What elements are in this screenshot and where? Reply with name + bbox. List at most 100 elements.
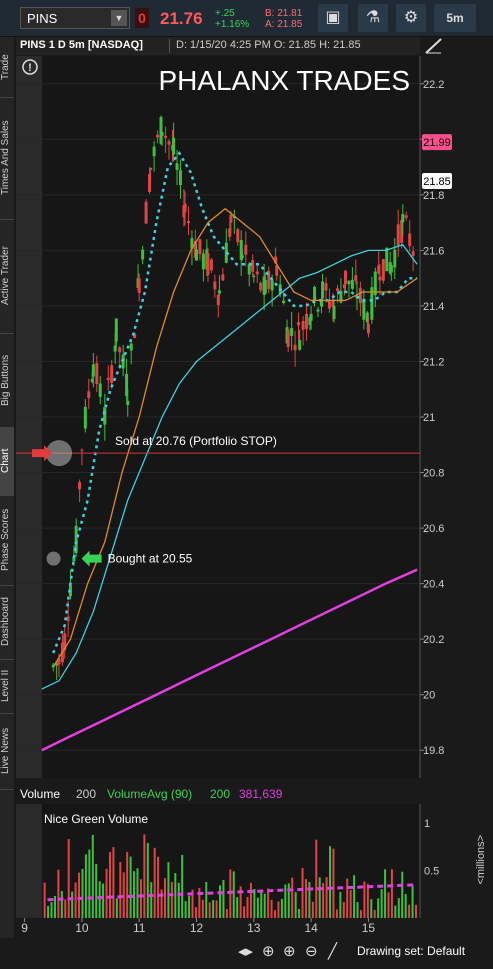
svg-text:!: ! <box>28 62 32 74</box>
scroll-icon[interactable]: ◂▸ <box>238 942 253 960</box>
volume-bar <box>181 854 184 918</box>
candle-body <box>126 400 130 406</box>
candle-body <box>305 313 309 329</box>
zoom-in-icon[interactable]: ⊕ <box>283 942 296 960</box>
x-tick-label: 13 <box>247 921 261 935</box>
volume-bar <box>318 877 321 918</box>
candle-body <box>381 259 385 281</box>
volume-bar <box>346 878 349 918</box>
volume-bar <box>349 889 352 918</box>
candle-body <box>301 321 305 330</box>
volume-bar <box>267 888 270 918</box>
candle-body <box>350 279 354 289</box>
volume-bar <box>64 899 67 918</box>
volume-bar <box>139 879 142 918</box>
volume-bar <box>301 867 304 918</box>
volume-axis-label: <millions> <box>475 835 487 885</box>
y-tick-label: 20.6 <box>423 523 444 535</box>
y-tick-label: 20 <box>423 690 435 702</box>
volume-bar <box>363 881 366 918</box>
x-tick-label: 9 <box>21 921 28 935</box>
volume-bar <box>153 847 156 918</box>
volume-bar <box>136 868 139 918</box>
volume-bar <box>74 882 77 918</box>
drawing-set[interactable]: Drawing set: Default <box>357 944 465 958</box>
volume-bar <box>408 904 411 918</box>
candle-body <box>358 288 362 304</box>
volume-bar <box>177 882 180 918</box>
candle-body <box>396 224 400 246</box>
crosshair-icon[interactable]: ⊕ <box>262 942 275 960</box>
candle-body <box>332 306 336 320</box>
draw-line-icon[interactable]: ╱ <box>328 942 337 960</box>
candle-body <box>149 167 153 170</box>
volume-bar <box>414 904 417 918</box>
volume-bar <box>253 888 256 918</box>
volume-bar <box>335 909 338 918</box>
candle-body <box>80 449 84 451</box>
y-tick-label: 21.2 <box>423 356 444 368</box>
volume-bar <box>167 862 170 918</box>
volume-bar <box>356 902 359 918</box>
candle-body <box>286 329 290 348</box>
volume-y-axis: 0.51 <box>419 804 439 918</box>
candle-body <box>156 134 160 138</box>
volume-value: 381,639 <box>239 787 283 801</box>
volume-bar <box>102 883 105 918</box>
volume-bar <box>205 881 208 918</box>
volume-bar <box>377 898 380 918</box>
volume-bar <box>236 897 239 918</box>
candle-body <box>259 282 263 291</box>
candle-body <box>167 141 171 145</box>
zoom-out-icon[interactable]: ⊖ <box>305 942 318 960</box>
volume-bar <box>163 878 166 918</box>
candle-body <box>347 280 351 285</box>
candle-body <box>344 270 348 285</box>
candle-body <box>270 280 274 291</box>
volume-bar <box>294 892 297 918</box>
volume-bar <box>404 894 407 918</box>
volume-bar <box>108 851 111 918</box>
volume-study-label[interactable]: Volume <box>20 785 60 803</box>
candle-body <box>293 344 297 351</box>
candle-body <box>198 239 202 255</box>
candle-body <box>114 318 118 342</box>
candle-body <box>87 391 91 399</box>
volume-bar <box>57 869 60 918</box>
volume-bar <box>380 889 383 918</box>
candle-body <box>362 298 366 320</box>
candle-body <box>98 383 102 397</box>
volume-bar <box>373 909 376 918</box>
candle-body <box>255 271 259 275</box>
volume-bar <box>270 899 273 918</box>
volume-bar <box>143 834 146 918</box>
candle-body <box>313 286 317 301</box>
candle-body <box>401 213 405 223</box>
volume-bar <box>47 905 50 918</box>
volume-bar <box>339 891 342 918</box>
volume-bar <box>95 864 98 918</box>
volume-bar <box>277 901 280 918</box>
candle-body <box>118 347 122 353</box>
candle-body <box>247 264 251 275</box>
volume-period: 200 <box>76 787 97 801</box>
x-tick-label: 11 <box>133 921 146 935</box>
volume-bar <box>353 875 356 918</box>
volume-bar <box>291 877 294 918</box>
candle-body <box>144 201 148 224</box>
candle-body <box>321 281 325 299</box>
volume-bar <box>115 898 118 918</box>
volume-bar <box>304 879 307 918</box>
volume-avg-label[interactable]: VolumeAvg (90) <box>107 785 192 803</box>
candle-body <box>335 288 339 292</box>
candle-body <box>366 323 370 334</box>
volume-bar <box>129 856 132 918</box>
candle-body <box>221 274 225 281</box>
y-tick-label: 21.8 <box>423 190 444 202</box>
candle-body <box>91 364 95 377</box>
volume-premarket-shade <box>16 804 42 918</box>
candle-body <box>110 365 114 383</box>
volume-bar <box>342 901 345 918</box>
candle-body <box>206 253 210 275</box>
x-tick-label: 14 <box>304 921 318 935</box>
